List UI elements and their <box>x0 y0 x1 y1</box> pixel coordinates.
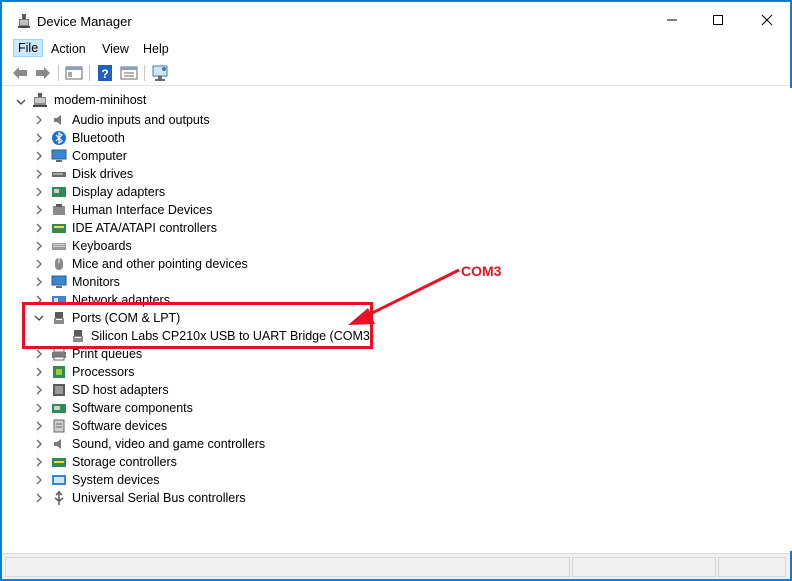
chevron-right-icon[interactable] <box>34 385 44 395</box>
chevron-right-icon[interactable] <box>34 439 44 449</box>
back-arrow-icon[interactable] <box>11 64 29 82</box>
hid-icon <box>53 204 65 215</box>
keyboard-icon <box>52 243 66 250</box>
chevron-right-icon[interactable] <box>34 115 44 125</box>
menu-view[interactable]: View <box>99 41 132 57</box>
ide-controller-icon <box>52 224 66 233</box>
menu-action[interactable]: Action <box>48 41 89 57</box>
sd-adapter-icon <box>53 384 65 396</box>
menu-help[interactable]: Help <box>140 41 172 57</box>
scan-hardware-icon[interactable] <box>151 64 169 82</box>
tree-category-label[interactable]: Bluetooth <box>72 131 125 145</box>
chevron-right-icon[interactable] <box>34 367 44 377</box>
status-cell-tertiary <box>718 557 786 577</box>
display-adapter-icon <box>52 187 66 197</box>
mouse-icon <box>55 258 63 270</box>
tree-category-label[interactable]: Sound, video and game controllers <box>72 437 265 451</box>
chevron-right-icon[interactable] <box>34 223 44 233</box>
properties-icon[interactable] <box>120 64 138 82</box>
speaker-icon <box>54 115 61 125</box>
chevron-right-icon[interactable] <box>34 205 44 215</box>
help-icon[interactable]: ? <box>96 64 114 82</box>
tree-category-label[interactable]: Display adapters <box>72 185 165 199</box>
chevron-right-icon[interactable] <box>34 133 44 143</box>
device-manager-window: Device Manager File Action View Help ? m… <box>1 1 792 580</box>
menu-bar: File Action View Help <box>2 38 790 60</box>
bluetooth-icon <box>52 131 66 145</box>
monitor-icon <box>51 275 67 288</box>
annotation-highlight-box <box>22 302 373 349</box>
tree-category-label[interactable]: Human Interface Devices <box>72 203 212 217</box>
close-icon <box>761 14 773 26</box>
tree-category-label[interactable]: SD host adapters <box>72 383 169 397</box>
forward-arrow-icon[interactable] <box>34 64 52 82</box>
chevron-down-icon[interactable] <box>16 97 26 107</box>
maximize-button[interactable] <box>695 2 741 38</box>
tree-root-label[interactable]: modem-minihost <box>54 93 146 107</box>
storage-controller-icon <box>52 458 66 467</box>
status-bar <box>2 553 790 579</box>
disk-drive-icon <box>52 172 66 177</box>
chevron-right-icon[interactable] <box>34 277 44 287</box>
device-manager-icon <box>18 14 30 28</box>
tree-category-label[interactable]: Mice and other pointing devices <box>72 257 248 271</box>
tree-category-label[interactable]: Audio inputs and outputs <box>72 113 210 127</box>
tree-category-label[interactable]: Processors <box>72 365 135 379</box>
minimize-icon <box>667 19 677 21</box>
toolbar: ? <box>2 60 790 86</box>
tree-category-label[interactable]: Disk drives <box>72 167 133 181</box>
chevron-right-icon[interactable] <box>34 169 44 179</box>
minimize-button[interactable] <box>649 2 695 38</box>
chevron-right-icon[interactable] <box>34 187 44 197</box>
window-title: Device Manager <box>37 14 132 29</box>
sound-controller-icon <box>54 439 61 449</box>
status-cell-secondary <box>572 557 716 577</box>
tree-category-label[interactable]: System devices <box>72 473 160 487</box>
tree-category-label[interactable]: Storage controllers <box>72 455 177 469</box>
software-component-icon <box>52 404 66 413</box>
tree-category-label[interactable]: Monitors <box>72 275 120 289</box>
chevron-right-icon[interactable] <box>34 403 44 413</box>
system-device-icon <box>52 475 66 485</box>
chevron-right-icon[interactable] <box>34 493 44 503</box>
menu-file[interactable]: File <box>13 39 44 57</box>
chevron-right-icon[interactable] <box>34 151 44 161</box>
status-cell-main <box>5 557 570 577</box>
title-bar: Device Manager <box>2 2 790 38</box>
svg-text:?: ? <box>101 67 108 81</box>
annotation-arrow-icon <box>348 268 460 325</box>
annotation-label: COM3 <box>461 263 502 279</box>
tree-category-label[interactable]: Universal Serial Bus controllers <box>72 491 246 505</box>
close-button[interactable] <box>744 2 790 38</box>
chevron-right-icon[interactable] <box>34 457 44 467</box>
computer-icon <box>33 93 47 107</box>
computer-icon <box>51 149 67 162</box>
tree-category-label[interactable]: Print queues <box>72 347 142 361</box>
tree-category-label[interactable]: Computer <box>72 149 127 163</box>
tree-category-label[interactable]: Software devices <box>72 419 167 433</box>
chevron-right-icon[interactable] <box>34 241 44 251</box>
software-device-icon <box>53 419 65 433</box>
chevron-right-icon[interactable] <box>34 421 44 431</box>
chevron-right-icon[interactable] <box>34 349 44 359</box>
processor-icon <box>53 366 65 378</box>
tree-category-label[interactable]: Keyboards <box>72 239 132 253</box>
usb-icon <box>54 490 64 505</box>
maximize-icon <box>713 15 723 25</box>
tree-category-label[interactable]: IDE ATA/ATAPI controllers <box>72 221 217 235</box>
chevron-right-icon[interactable] <box>34 259 44 269</box>
tree-category-label[interactable]: Software components <box>72 401 193 415</box>
show-hide-console-tree-icon[interactable] <box>65 64 83 82</box>
chevron-right-icon[interactable] <box>34 475 44 485</box>
